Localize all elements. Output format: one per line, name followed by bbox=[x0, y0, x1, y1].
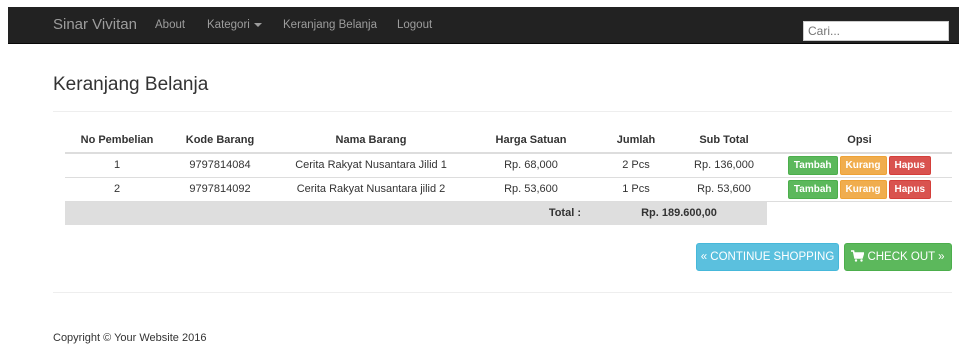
cart-icon bbox=[851, 250, 865, 262]
table-row: 1 9797814084 Cerita Rakyat Nusantara Jil… bbox=[65, 152, 952, 177]
cell-jumlah: 2 Pcs bbox=[591, 152, 681, 177]
nav-logout[interactable]: Logout bbox=[397, 19, 432, 31]
cell-harga: Rp. 68,000 bbox=[471, 152, 591, 177]
cell-kode: 9797814084 bbox=[169, 152, 271, 177]
total-row: Total : Rp. 189.600,00 bbox=[65, 200, 952, 225]
cell-nama: Cerita Rakyat Nusantara jilid 2 bbox=[271, 176, 471, 201]
cell-no: 1 bbox=[65, 152, 169, 177]
add-button[interactable]: Tambah bbox=[787, 155, 838, 175]
divider bbox=[53, 111, 952, 112]
cell-subtotal: Rp. 136,000 bbox=[681, 152, 767, 177]
reduce-button[interactable]: Kurang bbox=[839, 179, 887, 199]
checkout-label: CHECK OUT » bbox=[867, 251, 945, 263]
cart-table: No Pembelian Kode Barang Nama Barang Har… bbox=[65, 127, 952, 225]
continue-shopping-button[interactable]: « CONTINUE SHOPPING bbox=[696, 243, 839, 271]
cell-harga: Rp. 53,600 bbox=[471, 176, 591, 201]
copyright-text: Copyright © Your Website 2016 bbox=[53, 332, 207, 344]
total-label: Total : bbox=[471, 200, 591, 225]
header-nama-barang: Nama Barang bbox=[271, 127, 471, 154]
header-jumlah: Jumlah bbox=[591, 127, 681, 154]
header-kode-barang: Kode Barang bbox=[169, 127, 271, 154]
navbar: Sinar Vivitan About Kategori Keranjang B… bbox=[8, 7, 959, 44]
header-sub-total: Sub Total bbox=[681, 127, 767, 154]
checkout-button[interactable]: CHECK OUT » bbox=[844, 243, 952, 271]
page-title: Keranjang Belanja bbox=[53, 74, 209, 95]
search-input[interactable] bbox=[803, 21, 949, 41]
remove-button[interactable]: Hapus bbox=[888, 179, 932, 199]
header-opsi: Opsi bbox=[767, 127, 952, 154]
table-header-row: No Pembelian Kode Barang Nama Barang Har… bbox=[65, 127, 952, 154]
reduce-button[interactable]: Kurang bbox=[839, 155, 887, 175]
total-spacer bbox=[65, 200, 169, 225]
table-row: 2 9797814092 Cerita Rakyat Nusantara jil… bbox=[65, 176, 952, 201]
cell-nama: Cerita Rakyat Nusantara Jilid 1 bbox=[271, 152, 471, 177]
remove-button[interactable]: Hapus bbox=[888, 155, 932, 175]
cell-kode: 9797814092 bbox=[169, 176, 271, 201]
nav-about[interactable]: About bbox=[155, 19, 185, 31]
header-harga-satuan: Harga Satuan bbox=[471, 127, 591, 154]
brand-link[interactable]: Sinar Vivitan bbox=[53, 16, 137, 33]
chevron-down-icon bbox=[253, 22, 262, 27]
nav-kategori-label: Kategori bbox=[207, 19, 250, 31]
cell-subtotal: Rp. 53,600 bbox=[681, 176, 767, 201]
total-value: Rp. 189.600,00 bbox=[591, 200, 767, 225]
cell-no: 2 bbox=[65, 176, 169, 201]
cell-jumlah: 1 Pcs bbox=[591, 176, 681, 201]
total-spacer bbox=[271, 200, 471, 225]
nav-kategori[interactable]: Kategori bbox=[207, 19, 262, 31]
cell-opsi: Tambah Kurang Hapus bbox=[767, 176, 952, 201]
total-spacer bbox=[169, 200, 271, 225]
total-blank bbox=[767, 200, 952, 225]
header-no-pembelian: No Pembelian bbox=[65, 127, 169, 154]
cell-opsi: Tambah Kurang Hapus bbox=[767, 152, 952, 177]
divider bbox=[53, 292, 952, 293]
add-button[interactable]: Tambah bbox=[787, 179, 838, 199]
nav-keranjang-belanja[interactable]: Keranjang Belanja bbox=[283, 19, 377, 31]
